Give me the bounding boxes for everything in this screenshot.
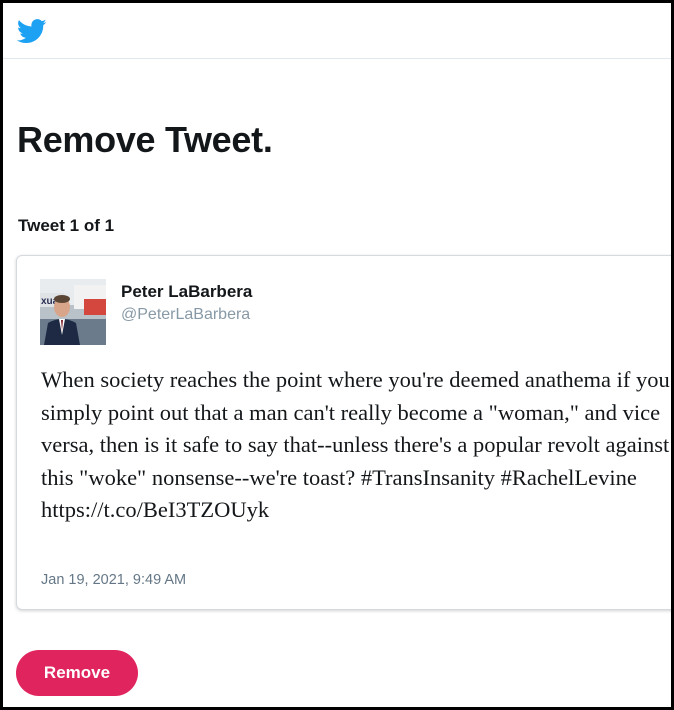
tweet-text: When society reaches the point where you…: [41, 367, 670, 523]
page-title: Remove Tweet.: [17, 119, 273, 160]
remove-button[interactable]: Remove: [16, 650, 138, 696]
top-bar: [3, 3, 671, 59]
avatar[interactable]: xuali: [40, 279, 106, 345]
twitter-bird-icon[interactable]: [16, 19, 47, 44]
tweet-card: xuali Peter LaBarbera @PeterLaBarbera Wh…: [16, 255, 671, 610]
tweet-counter: Tweet 1 of 1: [18, 216, 115, 235]
author-name[interactable]: Peter LaBarbera: [121, 282, 252, 302]
remove-tweet-page: Remove Tweet. Tweet 1 of 1 xuali Peter L…: [0, 0, 674, 710]
tweet-timestamp: Jan 19, 2021, 9:49 AM: [41, 572, 187, 588]
author-handle[interactable]: @PeterLaBarbera: [121, 306, 250, 324]
